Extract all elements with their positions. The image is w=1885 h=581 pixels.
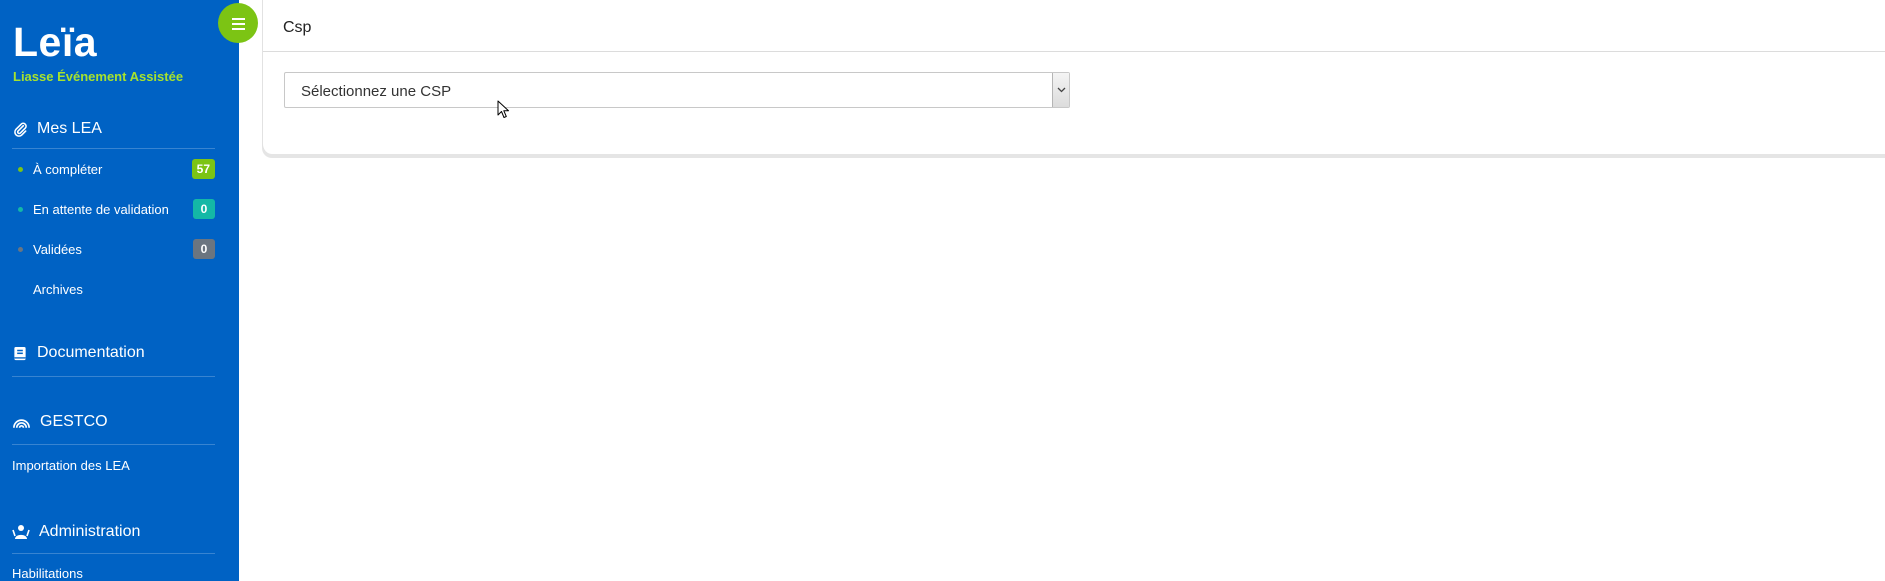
section-documentation[interactable]: Documentation [12,340,215,366]
panel-header: Csp [263,0,1885,52]
section-gestco-label: GESTCO [40,413,108,430]
count-badge: 0 [193,239,215,259]
sidebar-item-en-attente[interactable]: En attente de validation 0 [12,198,215,220]
signal-waves-icon [12,414,31,430]
sidebar-item-a-completer[interactable]: À compléter 57 [12,158,215,180]
section-documentation-label: Documentation [37,344,145,361]
csp-select[interactable]: Sélectionnez une CSP [284,72,1070,108]
users-cog-icon [12,524,30,540]
sidebar: Leïa Liasse Événement Assistée Mes LEA À… [0,0,239,581]
divider [12,148,215,149]
sidebar-item-habilitations[interactable]: Habilitations [12,566,83,581]
status-dot [18,206,23,212]
status-dot [18,166,23,172]
paperclip-icon [12,121,28,137]
divider [12,376,215,377]
count-badge: 57 [191,159,215,179]
section-mes-lea[interactable]: Mes LEA [12,116,215,142]
divider [12,553,215,554]
count-badge: 0 [193,199,215,219]
sidebar-item-importation[interactable]: Importation des LEA [12,458,130,473]
sidebar-item-label: Archives [33,281,83,297]
sidebar-item-archives[interactable]: Archives [12,278,215,300]
section-administration-label: Administration [39,523,141,540]
sidebar-item-validees[interactable]: Validées 0 [12,238,215,260]
csp-panel: Csp Sélectionnez une CSP [262,0,1885,154]
hamburger-icon-bar [232,18,245,20]
sidebar-item-label: En attente de validation [33,201,169,217]
app-logo[interactable]: Leïa [13,22,97,63]
section-mes-lea-label: Mes LEA [37,120,102,137]
hamburger-icon-bar [232,28,245,30]
page-title: Csp [283,19,312,36]
app-subtitle: Liasse Événement Assistée [13,69,184,84]
section-administration[interactable]: Administration [12,519,215,545]
hamburger-icon-bar [232,23,245,25]
csp-select-value: Sélectionnez une CSP [301,83,452,100]
section-gestco[interactable]: GESTCO [12,409,215,435]
chevron-down-icon[interactable] [1052,73,1069,107]
status-dot [18,246,23,252]
sidebar-item-label: Validées [33,241,82,257]
book-icon [12,345,28,361]
menu-toggle-button[interactable] [218,3,258,43]
divider [12,444,215,445]
sidebar-item-label: À compléter [33,161,103,177]
